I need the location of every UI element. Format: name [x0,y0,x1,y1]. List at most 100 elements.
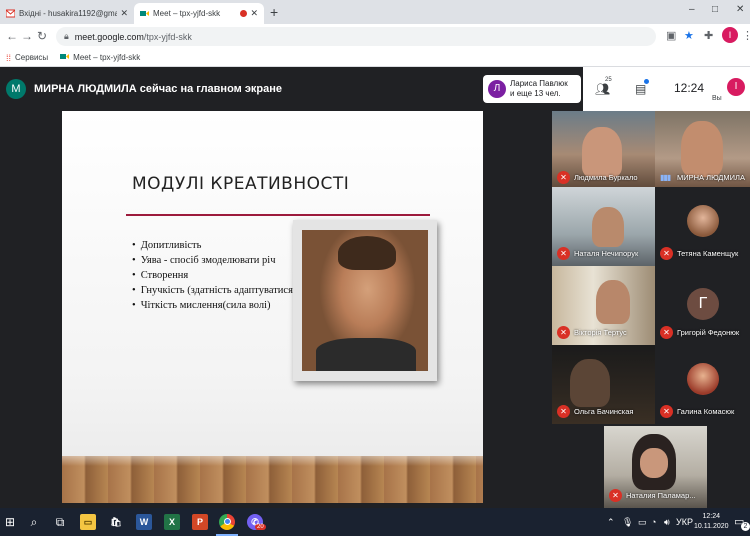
clock-date: 10.11.2020 [694,523,729,530]
back-icon[interactable]: ← [6,29,18,43]
participant-photo-avatar [687,205,719,237]
bookmark-label: Сервисы [15,53,49,62]
slide-bullet: Допитливість [132,238,293,253]
show-hidden-icons[interactable]: ⌃ [607,517,615,528]
word-icon[interactable]: W [136,514,152,530]
tab-gmail[interactable]: Вхідні - husakira1192@gmail.com ✕ [0,3,134,24]
chrome-icon[interactable] [219,514,235,530]
reload-icon[interactable]: ↻ [37,29,47,43]
chat-unread-dot [644,79,649,84]
new-tab-button[interactable]: + [270,4,278,20]
network-icon[interactable]: ▭ [638,517,647,528]
chat-icon[interactable]: ▤ [635,82,646,96]
volume-icon[interactable]: 🔊︎ [664,517,670,528]
close-tab-icon[interactable]: ✕ [250,8,258,19]
viber-badge: 20 [255,524,266,530]
apps-grid-icon: ⁞⁞ [6,52,12,63]
participant-tile[interactable]: ✕ Людмила Буркало [552,111,655,190]
slide-floor-decoration [62,456,483,503]
participant-photo-avatar [687,363,719,395]
presenter-banner: МИРНА ЛЮДМИЛА сейчас на главном экране [34,83,283,95]
language-indicator[interactable]: УКР [676,517,693,527]
notification-count: 2 [741,522,750,531]
meet-icon [60,52,70,63]
slide-bullet: Створення [132,268,293,283]
maximize-button[interactable]: □ [712,4,718,15]
mic-off-icon: ✕ [557,405,570,418]
taskbar-clock[interactable]: 12:24 10.11.2020 [694,512,729,532]
participant-name: Тетяна Каменщук [677,249,739,258]
participant-name: Григорій Федонюк [677,328,740,337]
url-field[interactable]: 🔒︎ meet.google.com/tpx-yjfd-skk [56,27,656,46]
close-window-button[interactable]: ✕ [736,4,744,15]
wifi-icon[interactable]: ◔ [651,517,656,527]
gmail-icon [5,9,16,18]
join-notice-count: и еще 13 чел. [510,89,561,98]
extensions-icon[interactable]: ✚ [704,29,713,42]
bookmark-meet[interactable]: Meet – tpx-yjfd-skk [60,52,140,63]
you-label: Вы [712,95,722,102]
participant-tile[interactable]: Г ✕ Григорій Федонюк [655,266,750,345]
participant-tile[interactable]: ✕ Галина Комасюк [655,345,750,424]
menu-icon[interactable]: ⋮ [742,29,750,42]
mic-off-icon: ✕ [557,247,570,260]
participant-name: Вікторія Тертус [574,328,627,337]
participant-name: МИРНА ЛЮДМИЛА [677,173,745,182]
participant-tile[interactable]: ▮▮▮ МИРНА ЛЮДМИЛА [655,111,750,190]
powerpoint-icon[interactable]: P [192,514,208,530]
participant-name: Наталия Паламар... [626,491,696,500]
url-path: /tpx-yjfd-skk [143,31,192,42]
mic-off-icon: ✕ [660,405,673,418]
windows-start-icon[interactable]: ⊞ [2,514,18,530]
join-notice-name: Лариса Павлюк [510,79,568,88]
join-notification[interactable]: Л Лариса Павлюк и еще 13 чел. [483,75,581,103]
participant-tile[interactable]: ✕ Вікторія Тертус [552,266,655,345]
camera-icon[interactable]: ▣ [666,29,676,42]
mic-off-icon: ✕ [660,247,673,260]
self-avatar[interactable]: I [727,78,745,96]
participant-tile[interactable]: ✕ Тетяна Каменщук [655,187,750,266]
clock-time: 12:24 [702,513,721,520]
participant-tile[interactable]: ✕ Ольга Бачинская [552,345,655,424]
tab-title: Meet – tpx-yjfd-skk [153,9,221,18]
participant-tile[interactable]: ✕ Наталя Нечипорук [552,187,655,266]
tab-meet[interactable]: Meet – tpx-yjfd-skk ✕ [134,3,264,24]
mic-off-icon: ✕ [609,489,622,502]
address-bar-row: ← → ↻ 🔒︎ meet.google.com/tpx-yjfd-skk ▣ … [0,24,750,49]
mic-off-icon: ✕ [660,326,673,339]
minimize-button[interactable]: – [689,4,695,15]
forward-icon[interactable]: → [21,29,33,43]
join-notice-text: Лариса Павлюк и еще 13 чел. [510,79,568,99]
slide-divider [126,214,430,216]
url-domain: meet.google.com [74,31,144,42]
portrait-frame [293,220,437,381]
participant-tile[interactable]: ✕ Наталия Паламар... [604,426,707,508]
slide-bullet: Гнучкість (здатність адаптуватися [132,283,293,298]
store-icon[interactable]: 🛍︎ [108,514,124,530]
bookmark-services[interactable]: ⁞⁞ Сервисы [6,53,48,63]
presenter-avatar: М [6,79,26,99]
meeting-clock: 12:24 [674,81,705,95]
search-icon[interactable]: ⌕ [26,514,42,530]
mic-off-icon: ✕ [557,326,570,339]
mic-off-icon: ✕ [557,171,570,184]
windows-taskbar: ⊞ ⌕ ⧉ ▭ 🛍︎ W X P ✆ 20 ⌃ 🎙︎ ▭ ◔ 🔊︎ УКР 12… [0,508,750,536]
file-explorer-icon[interactable]: ▭ [80,514,96,530]
browser-tab-strip: Вхідні - husakira1192@gmail.com ✕ Meet –… [0,0,750,24]
presentation-slide: МОДУЛІ КРЕАТИВНОСТІ Допитливість Уява - … [62,111,483,503]
speaking-indicator-icon: ▮▮▮ [660,173,671,182]
people-icon[interactable]: 👥︎ [595,82,610,96]
profile-avatar[interactable]: I [722,27,738,43]
participant-name: Наталя Нечипорук [574,249,639,258]
lock-icon: 🔒︎ [64,31,69,41]
excel-icon[interactable]: X [164,514,180,530]
slide-bullet: Чіткість мислення(сила волі) [132,298,293,313]
participant-name: Ольга Бачинская [574,407,634,416]
task-view-icon[interactable]: ⧉ [52,514,68,530]
tab-title: Вхідні - husakira1192@gmail.com [19,9,118,18]
meet-header: М МИРНА ЛЮДМИЛА сейчас на главном экране… [0,67,750,111]
bookmark-star-icon[interactable]: ★ [684,29,694,42]
close-tab-icon[interactable]: ✕ [120,8,128,19]
microphone-icon[interactable]: 🎙︎ [622,517,633,528]
slide-title: МОДУЛІ КРЕАТИВНОСТІ [132,174,350,194]
